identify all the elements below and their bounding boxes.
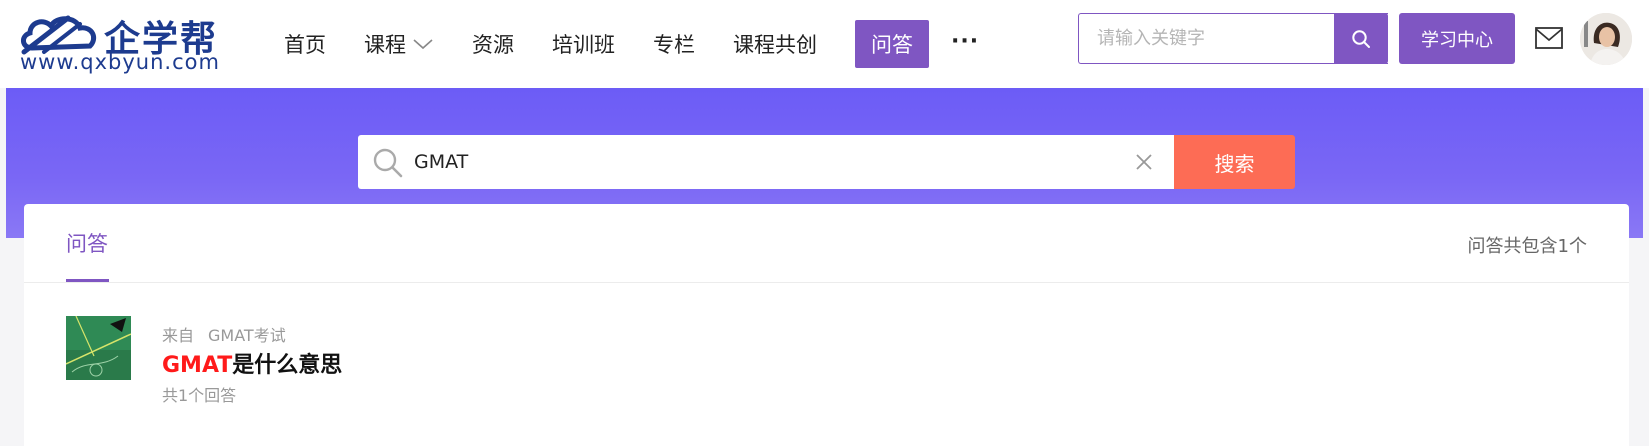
nav-courses[interactable]: 课程 — [364, 20, 434, 68]
site-logo[interactable]: 企学帮 www.qxbyun.com — [18, 10, 258, 76]
nav-more-button[interactable]: ··· — [951, 29, 979, 54]
nav-home[interactable]: 首页 — [284, 20, 326, 68]
nav-qa[interactable]: 问答 — [855, 20, 929, 68]
result-title[interactable]: GMAT是什么意思 — [162, 347, 342, 379]
nav-label: 培训班 — [552, 33, 615, 57]
mail-icon[interactable] — [1535, 27, 1563, 49]
avatar-image — [1580, 13, 1632, 65]
nav-label: 资源 — [472, 33, 514, 57]
nav-co-create[interactable]: 课程共创 — [733, 20, 817, 68]
nav-label: 专栏 — [653, 33, 695, 57]
banner-search-button[interactable]: 搜索 — [1174, 135, 1295, 189]
clear-icon[interactable] — [1134, 152, 1154, 172]
result-thumbnail[interactable] — [66, 316, 131, 380]
banner-search-field[interactable]: GMAT — [358, 135, 1174, 189]
banner-search-input[interactable]: GMAT — [414, 135, 468, 189]
source-category[interactable]: GMAT考试 — [208, 326, 286, 345]
source-label: 来自 — [162, 326, 195, 345]
title-highlight: GMAT — [162, 353, 233, 378]
nav-label: 首页 — [284, 33, 326, 57]
result-count: 问答共包含1个 — [1467, 236, 1587, 257]
nav-label: 问答 — [871, 33, 913, 57]
nav-resources[interactable]: 资源 — [472, 20, 514, 68]
logo-url: www.qxbyun.com — [20, 50, 220, 74]
nav-training[interactable]: 培训班 — [552, 20, 615, 68]
title-rest: 是什么意思 — [232, 353, 343, 378]
chevron-down-icon — [413, 39, 433, 50]
header-search-button[interactable] — [1334, 13, 1388, 64]
result-answer-count: 共1个回答 — [162, 386, 237, 405]
user-avatar[interactable] — [1580, 13, 1632, 65]
nav-columns[interactable]: 专栏 — [653, 20, 695, 68]
nav-label: 课程 — [364, 33, 406, 57]
divider — [24, 282, 1629, 283]
tab-qa[interactable]: 问答 — [66, 228, 108, 258]
results-card: 问答 问答共包含1个 来自 GMAT考试 GMAT是什么意思 共1个回答 — [24, 204, 1629, 446]
learning-center-button[interactable]: 学习中心 — [1399, 13, 1515, 64]
search-icon — [1352, 29, 1370, 48]
top-header: 企学帮 www.qxbyun.com 首页 课程 资源 培训班 专栏 课程共创 … — [0, 0, 1649, 88]
result-source: 来自 GMAT考试 — [162, 322, 286, 346]
nav-label: 课程共创 — [733, 33, 817, 57]
main-nav: 首页 课程 资源 培训班 专栏 课程共创 问答 ··· — [284, 0, 979, 88]
search-icon — [373, 148, 403, 178]
chalkboard-image — [66, 316, 131, 380]
